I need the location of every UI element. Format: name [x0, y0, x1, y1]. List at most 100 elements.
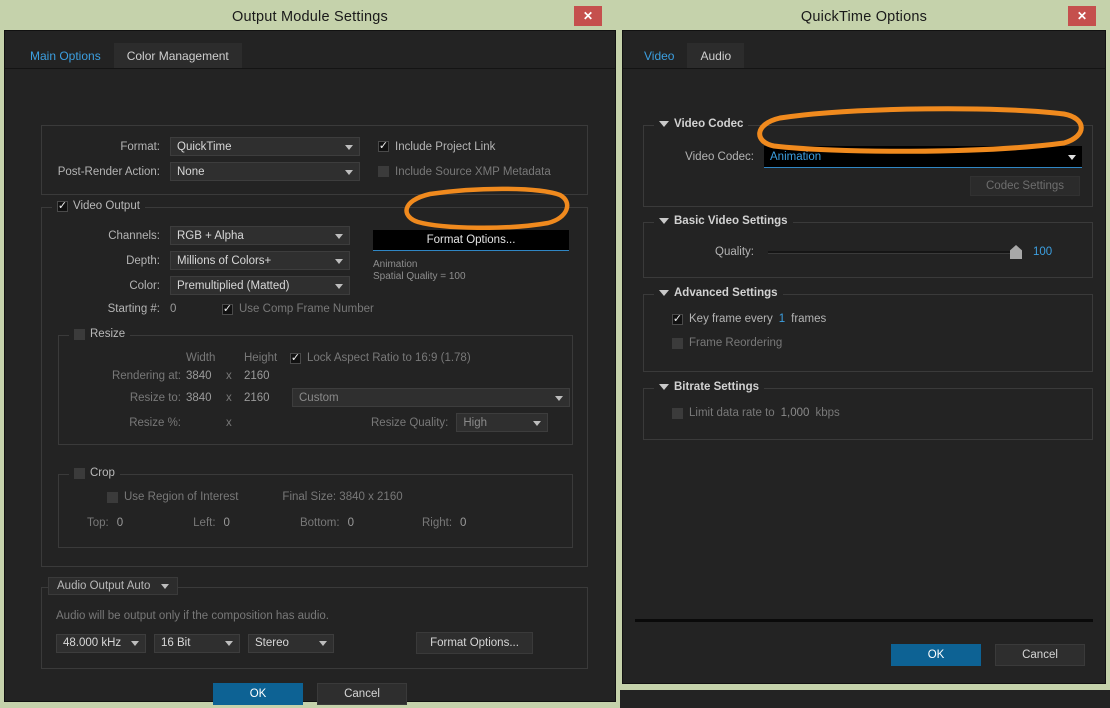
resize-preset-select[interactable]: Custom: [292, 388, 570, 407]
limit-data-rate-label: Limit data rate to: [689, 407, 775, 419]
crop-group: Crop Use Region of Interest Final Size: …: [58, 467, 573, 548]
key-frame-label: Key frame every: [689, 313, 773, 325]
crop-top-label: Top:: [87, 517, 109, 529]
chevron-down-icon: [1068, 154, 1076, 160]
triangle-down-icon[interactable]: [659, 290, 669, 296]
include-xmp-label: Include Source XMP Metadata: [395, 165, 551, 178]
crop-left-value[interactable]: 0: [224, 517, 230, 529]
resize-quality-label: Resize Quality:: [371, 416, 449, 429]
resize-quality-select[interactable]: High: [456, 413, 549, 432]
lock-aspect-ratio-checkbox[interactable]: [290, 352, 301, 364]
chevron-down-icon: [555, 395, 563, 401]
color-value: Premultiplied (Matted): [177, 279, 290, 292]
resize-to-height-value[interactable]: 2160: [244, 392, 286, 404]
screen-root: Output Module Settings ✕ Main Options Co…: [0, 0, 1110, 708]
crop-right-label: Right:: [422, 517, 453, 529]
chevron-down-icon: [335, 283, 343, 289]
limit-data-rate-value[interactable]: 1,000: [781, 407, 810, 419]
chevron-down-icon: [335, 258, 343, 264]
tab-color-management[interactable]: Color Management: [113, 43, 242, 68]
crop-group-title: Crop: [69, 467, 120, 479]
triangle-down-icon[interactable]: [659, 121, 669, 127]
final-size-label: Final Size: 3840 x 2160: [282, 491, 403, 503]
crop-bottom-value[interactable]: 0: [348, 517, 354, 529]
depth-label: Depth:: [126, 254, 160, 267]
post-render-action-select[interactable]: None: [170, 162, 360, 181]
quality-value: 100: [1033, 246, 1053, 258]
include-xmp-checkbox[interactable]: [378, 166, 389, 177]
audio-format-options-button[interactable]: Format Options...: [416, 632, 533, 654]
resize-to-width-value[interactable]: 3840: [186, 392, 226, 404]
video-codec-select[interactable]: Animation: [764, 146, 1082, 168]
include-project-link-checkbox[interactable]: [378, 141, 389, 152]
video-output-checkbox[interactable]: [57, 200, 68, 212]
starting-number-value[interactable]: 0: [170, 303, 210, 315]
lock-aspect-ratio-label: Lock Aspect Ratio to 16:9 (1.78): [307, 352, 471, 364]
format-info-line-1: Animation: [373, 259, 418, 270]
left-dialog-close-icon[interactable]: ✕: [574, 6, 602, 26]
resize-checkbox[interactable]: [74, 328, 85, 340]
left-cancel-button[interactable]: Cancel: [317, 683, 407, 705]
chevron-down-icon: [131, 641, 139, 646]
resize-preset-value: Custom: [299, 391, 339, 404]
frame-reordering-checkbox[interactable]: [672, 337, 683, 349]
video-codec-group: Video Codec Video Codec: Animation Codec…: [643, 118, 1093, 207]
left-ok-button[interactable]: OK: [213, 683, 303, 705]
right-dialog-footer: OK Cancel: [891, 644, 1085, 666]
crop-right-value[interactable]: 0: [460, 517, 466, 529]
depth-select[interactable]: Millions of Colors+: [170, 251, 350, 270]
quicktime-options-dialog: QuickTime Options ✕ Video Audio Video Co…: [618, 0, 1110, 690]
right-cancel-button[interactable]: Cancel: [995, 644, 1085, 666]
use-comp-frame-number-checkbox[interactable]: [222, 303, 233, 315]
right-dialog-title: QuickTime Options: [800, 9, 928, 25]
right-dialog-titlebar: QuickTime Options ✕: [622, 4, 1106, 30]
resize-group-title: Resize: [69, 328, 131, 340]
format-select[interactable]: QuickTime: [170, 137, 360, 156]
resize-percent-label: Resize %:: [129, 416, 181, 429]
tab-main-options[interactable]: Main Options: [17, 43, 114, 68]
color-select[interactable]: Premultiplied (Matted): [170, 276, 350, 295]
crop-checkbox[interactable]: [74, 467, 85, 479]
color-label: Color:: [129, 279, 160, 292]
starting-number-label: Starting #:: [107, 303, 160, 315]
triangle-down-icon[interactable]: [659, 218, 669, 224]
key-frame-value[interactable]: 1: [779, 313, 785, 325]
crop-label: Crop: [90, 467, 115, 479]
audio-depth-select[interactable]: 16 Bit: [154, 633, 240, 653]
left-dialog-title: Output Module Settings: [232, 9, 388, 25]
tab-video[interactable]: Video: [631, 43, 688, 68]
video-codec-title-label: Video Codec: [674, 118, 744, 130]
left-dialog-footer: OK Cancel: [5, 683, 615, 705]
audio-channels-select[interactable]: Stereo: [248, 633, 334, 653]
video-output-label: Video Output: [73, 200, 140, 212]
basic-video-settings-group: Basic Video Settings Quality: 100: [643, 215, 1093, 278]
right-dialog-close-icon[interactable]: ✕: [1068, 6, 1096, 26]
right-dialog-divider: [635, 619, 1093, 622]
audio-rate-select[interactable]: 48.000 kHz: [56, 633, 146, 653]
use-region-of-interest-checkbox[interactable]: [107, 491, 118, 503]
limit-data-rate-checkbox[interactable]: [672, 407, 683, 419]
resize-label: Resize: [90, 328, 126, 340]
video-format-options-button[interactable]: Format Options...: [373, 230, 569, 251]
format-group: Format: QuickTime Include Project Link P…: [41, 125, 588, 195]
right-ok-button[interactable]: OK: [891, 644, 981, 666]
frame-reordering-label: Frame Reordering: [689, 337, 783, 349]
left-dialog-tabbar: Main Options Color Management: [5, 42, 615, 69]
advanced-settings-title: Advanced Settings: [654, 287, 783, 299]
limit-data-rate-unit: kbps: [815, 407, 840, 419]
chevron-down-icon: [319, 641, 327, 646]
triangle-down-icon[interactable]: [659, 384, 669, 390]
key-frame-checkbox[interactable]: [672, 313, 683, 325]
crop-top-value[interactable]: 0: [117, 517, 123, 529]
key-frame-unit: frames: [791, 313, 827, 325]
audio-rate-value: 48.000 kHz: [63, 637, 122, 649]
quality-slider[interactable]: [768, 245, 1022, 259]
quality-slider-handle[interactable]: [1010, 245, 1022, 259]
channels-select[interactable]: RGB + Alpha: [170, 226, 350, 245]
resize-group: Resize Width Height Lock Aspect Ratio to…: [58, 328, 573, 445]
chevron-down-icon[interactable]: [161, 584, 170, 589]
resize-width-header: Width: [186, 352, 216, 364]
resize-quality-value: High: [463, 416, 487, 429]
tab-audio[interactable]: Audio: [687, 43, 745, 68]
quality-slider-track: [768, 251, 1021, 254]
